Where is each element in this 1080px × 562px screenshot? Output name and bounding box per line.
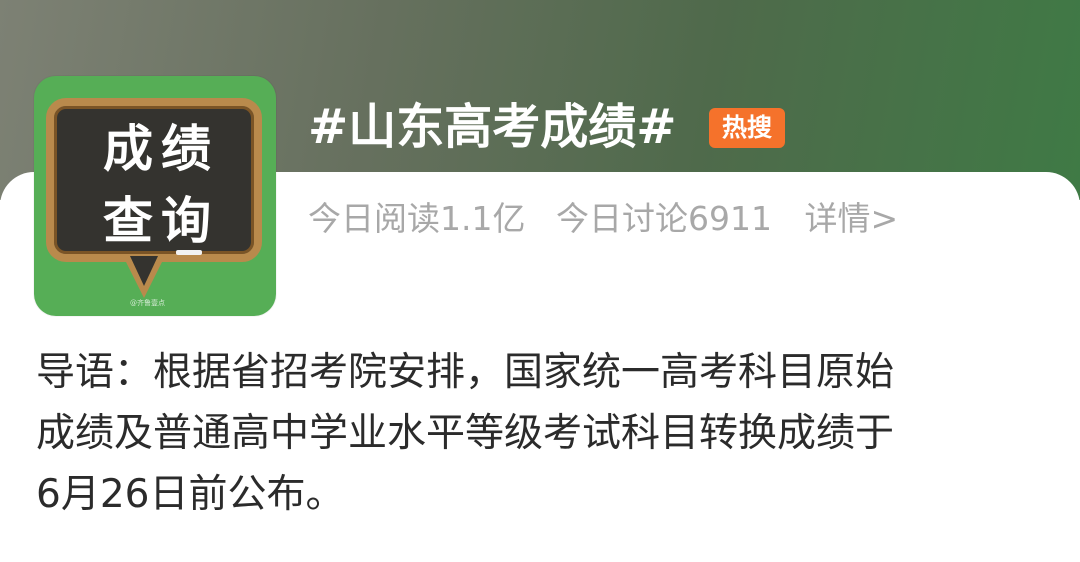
chalk-icon <box>176 250 202 255</box>
intro-line: 导语：根据省招考院安排，国家统一高考科目原始 <box>36 350 895 395</box>
topic-intro: 导语：根据省招考院安排，国家统一高考科目原始 成绩及普通高中学业水平等级考试科目… <box>36 342 1046 525</box>
image-watermark: @齐鲁壹点 <box>130 299 165 307</box>
topic-image[interactable]: 成绩 查询 @齐鲁壹点 <box>34 76 276 316</box>
intro-line: 6月26日前公布。 <box>36 472 345 517</box>
topic-title[interactable]: #山东高考成绩# <box>308 96 676 158</box>
speech-tail-inner <box>130 256 158 286</box>
read-count: 今日阅读1.1亿 <box>308 199 526 238</box>
intro-line: 成绩及普通高中学业水平等级考试科目转换成绩于 <box>36 411 895 456</box>
board-text-line1: 成绩 <box>103 120 219 178</box>
topic-stats: 今日阅读1.1亿 今日讨论6911 详情> <box>308 194 898 244</box>
board-text-line2: 查询 <box>103 192 219 250</box>
hot-badge: 热搜 <box>709 108 785 148</box>
discussion-count: 今日讨论6911 <box>555 199 772 238</box>
details-link[interactable]: 详情> <box>804 194 898 244</box>
